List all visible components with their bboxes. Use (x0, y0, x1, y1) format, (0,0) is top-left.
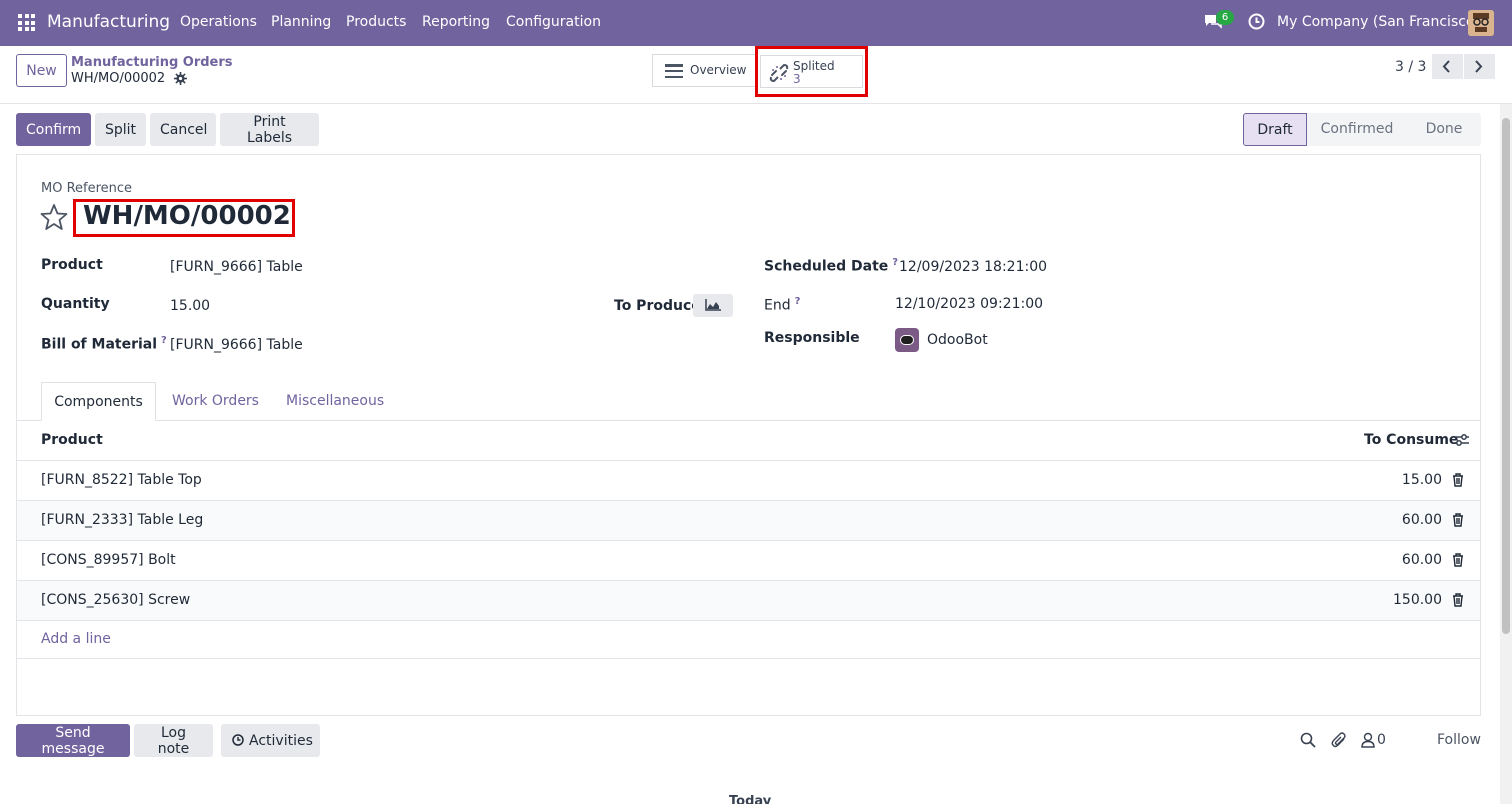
breadcrumb-current: WH/MO/00002 (71, 71, 166, 86)
user-avatar[interactable] (1468, 10, 1494, 36)
form-sheet (16, 154, 1481, 716)
bom-field[interactable]: [FURN_9666] Table (170, 337, 303, 353)
log-note-button[interactable]: Log note (134, 724, 213, 757)
component-qty[interactable]: 150.00 (1393, 592, 1442, 608)
trash-icon[interactable] (1452, 473, 1464, 487)
tab-work-orders[interactable]: Work Orders (156, 382, 275, 421)
menu-products[interactable]: Products (346, 14, 406, 30)
list-icon (665, 64, 683, 78)
responsible-field[interactable]: OdooBot (927, 332, 988, 348)
pager-next-button[interactable] (1464, 54, 1495, 79)
component-product[interactable]: [FURN_8522] Table Top (41, 472, 202, 488)
apps-menu-icon[interactable] (18, 14, 35, 31)
bom-label: Bill of Material? (41, 335, 167, 353)
bom-label-text: Bill of Material (41, 336, 158, 353)
star-icon[interactable] (40, 203, 68, 231)
component-product[interactable]: [CONS_89957] Bolt (41, 552, 176, 568)
company-switcher[interactable]: My Company (San Francisco) (1277, 14, 1480, 30)
send-message-button[interactable]: Send message (16, 724, 130, 757)
pager-previous-button[interactable] (1432, 54, 1463, 79)
app-name[interactable]: Manufacturing (47, 12, 170, 32)
clock-icon (232, 734, 244, 746)
scrollbar-thumb[interactable] (1502, 118, 1510, 634)
scheduled-date-label-text: Scheduled Date (764, 258, 889, 275)
to-produce-label: To Produce (614, 298, 701, 314)
end-label: End? (764, 296, 800, 314)
followers-count[interactable]: 0 (1377, 732, 1386, 748)
end-date-field[interactable]: 12/10/2023 09:21:00 (895, 296, 1043, 312)
quantity-label: Quantity (41, 296, 110, 312)
status-draft[interactable]: Draft (1243, 113, 1307, 146)
component-product[interactable]: [CONS_25630] Screw (41, 592, 190, 608)
status-done[interactable]: Done (1407, 113, 1481, 146)
row-divider (17, 620, 1480, 621)
trash-icon[interactable] (1452, 593, 1464, 607)
component-product[interactable]: [FURN_2333] Table Leg (41, 512, 203, 528)
component-qty[interactable]: 60.00 (1402, 552, 1442, 568)
forecast-report-button[interactable] (693, 294, 733, 317)
help-icon[interactable]: ? (795, 296, 801, 307)
menu-reporting[interactable]: Reporting (422, 14, 490, 30)
area-chart-icon (705, 299, 721, 311)
splited-smart-button[interactable]: Splited 3 (755, 46, 868, 97)
print-labels-button[interactable]: Print Labels (220, 113, 319, 146)
followers-icon[interactable] (1360, 732, 1376, 748)
scheduled-date-label: Scheduled Date? (764, 257, 898, 275)
odoobot-avatar (895, 328, 919, 352)
search-icon[interactable] (1300, 732, 1316, 748)
chevron-left-icon (1442, 60, 1450, 73)
confirm-button[interactable]: Confirm (16, 113, 91, 146)
responsible-label: Responsible (764, 330, 860, 346)
scheduled-date-field[interactable]: 12/09/2023 18:21:00 (899, 259, 1047, 275)
menu-operations[interactable]: Operations (180, 14, 257, 30)
tab-miscellaneous[interactable]: Miscellaneous (270, 382, 400, 421)
mo-reference-title[interactable]: WH/MO/00002 (83, 201, 291, 231)
trash-icon[interactable] (1452, 553, 1464, 567)
scrollbar[interactable] (1500, 104, 1512, 804)
gear-icon[interactable] (174, 72, 187, 85)
status-confirmed[interactable]: Confirmed (1307, 113, 1407, 146)
top-navbar: Manufacturing Operations Planning Produc… (0, 0, 1512, 46)
splited-button-frame: Splited 3 (760, 55, 863, 88)
component-qty[interactable]: 15.00 (1402, 472, 1442, 488)
component-qty[interactable]: 60.00 (1402, 512, 1442, 528)
help-icon[interactable]: ? (892, 257, 898, 268)
breadcrumb-parent[interactable]: Manufacturing Orders (71, 55, 233, 70)
splited-count: 3 (793, 72, 801, 86)
cancel-button[interactable]: Cancel (150, 113, 216, 146)
optional-columns-icon[interactable] (1454, 432, 1470, 448)
help-icon[interactable]: ? (161, 335, 167, 346)
overview-smart-button[interactable]: Overview (652, 54, 755, 87)
add-line-link[interactable]: Add a line (41, 631, 111, 647)
end-label-text: End (764, 297, 791, 314)
chevron-right-icon (1475, 60, 1483, 73)
table-row[interactable]: [CONS_25630] Screw 150.00 (17, 580, 1480, 620)
overview-label: Overview (690, 63, 747, 77)
column-header-to-consume[interactable]: To Consume (1364, 432, 1458, 448)
list-bottom-border (17, 658, 1480, 659)
quantity-field[interactable]: 15.00 (170, 298, 210, 314)
trash-icon[interactable] (1452, 513, 1464, 527)
product-field[interactable]: [FURN_9666] Table (170, 259, 303, 275)
new-button[interactable]: New (16, 54, 67, 87)
tab-components[interactable]: Components (41, 382, 156, 421)
today-separator: Today (729, 794, 772, 804)
follow-button[interactable]: Follow (1437, 732, 1481, 748)
table-row[interactable]: [FURN_8522] Table Top 15.00 (17, 460, 1480, 500)
split-button[interactable]: Split (95, 113, 146, 146)
control-panel: New Manufacturing Orders WH/MO/00002 Ove… (0, 46, 1512, 104)
menu-planning[interactable]: Planning (271, 14, 331, 30)
product-label: Product (41, 257, 103, 273)
activities-label: Activities (249, 732, 313, 749)
pager-value[interactable]: 3 / 3 (1395, 59, 1426, 75)
table-row[interactable]: [CONS_89957] Bolt 60.00 (17, 540, 1480, 580)
column-header-product[interactable]: Product (41, 432, 103, 448)
paperclip-icon[interactable] (1331, 732, 1347, 748)
menu-configuration[interactable]: Configuration (506, 14, 601, 30)
table-row[interactable]: [FURN_2333] Table Leg 60.00 (17, 500, 1480, 540)
clock-icon[interactable] (1248, 13, 1265, 30)
broken-link-icon (769, 63, 789, 83)
chat-badge: 6 (1216, 10, 1234, 25)
mo-reference-label: MO Reference (41, 181, 133, 196)
